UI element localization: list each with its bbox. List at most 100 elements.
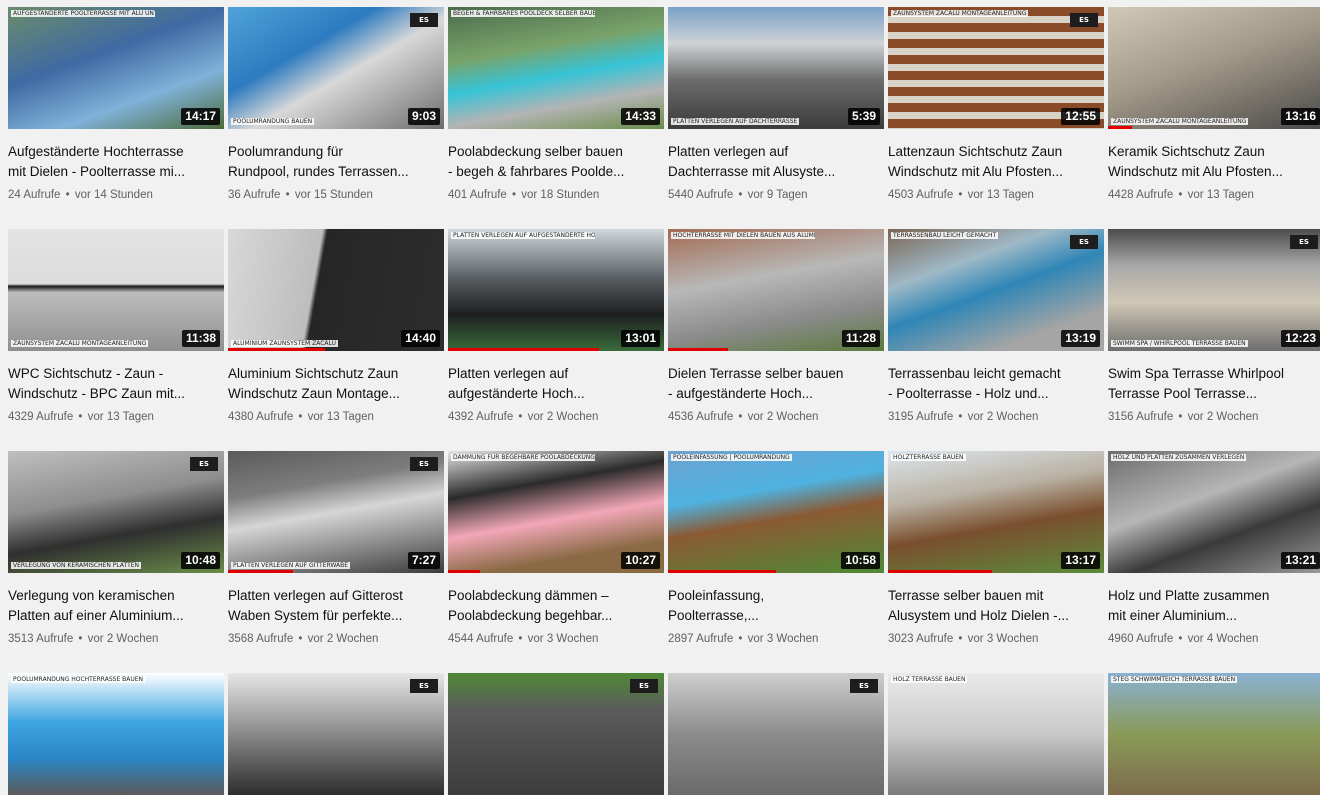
video-title[interactable]: Pooleinfassung, Poolterrasse,... bbox=[668, 586, 880, 626]
video-card[interactable]: AUFGESTÄNDERTE POOLTERRASSE MIT ALU UNTE… bbox=[8, 7, 224, 207]
video-thumbnail[interactable]: POOLEINFASSUNG | POOLUMRANDUNG 10:58 bbox=[668, 451, 884, 573]
video-thumbnail[interactable]: ZAUNSYSTEM ZACALU MONTAGEANLEITUNG 11:38 bbox=[8, 229, 224, 351]
video-title-line[interactable]: Platten auf einer Aluminium... bbox=[8, 606, 220, 626]
video-card[interactable]: TERRASSENBAU LEICHT GEMACHT ES 13:19 Terras… bbox=[888, 229, 1104, 429]
video-card[interactable]: DÄMMUNG FÜR BEGEHBARE POOLABDECKUNGEN 10:… bbox=[448, 451, 664, 651]
video-title-line[interactable]: Dielen Terrasse selber bauen bbox=[668, 364, 880, 384]
video-card[interactable]: VERLEGUNG VON KERAMISCHEN PLATTEN ES 10:48… bbox=[8, 451, 224, 651]
video-thumbnail[interactable]: ES bbox=[668, 673, 884, 795]
video-title-line[interactable]: mit Dielen - Poolterrasse mi... bbox=[8, 162, 220, 182]
video-card[interactable]: POOLEINFASSUNG | POOLUMRANDUNG 10:58 Poole… bbox=[668, 451, 884, 651]
video-card[interactable]: PLATTEN VERLEGEN AUF AUFGESTÄNDERTE HOCH… bbox=[448, 229, 664, 429]
video-card[interactable]: ES bbox=[448, 673, 664, 795]
video-title-line[interactable]: Windschutz mit Alu Pfosten... bbox=[888, 162, 1100, 182]
video-card[interactable]: PLATTEN VERLEGEN AUF GITTERWABE ES 7:27 Pla… bbox=[228, 451, 444, 651]
video-title-line[interactable]: - aufgeständerte Hoch... bbox=[668, 384, 880, 404]
video-title-line[interactable]: Platten verlegen auf bbox=[668, 142, 880, 162]
video-title-line[interactable]: Aluminium Sichtschutz Zaun bbox=[228, 364, 440, 384]
video-title-line[interactable]: Pooleinfassung, bbox=[668, 586, 880, 606]
video-thumbnail[interactable]: HOLZ UND PLATTEN ZUSAMMEN VERLEGEN 13:21 bbox=[1108, 451, 1320, 573]
video-title-line[interactable]: Poolabdeckung begehbar... bbox=[448, 606, 660, 626]
video-title-line[interactable]: Platten verlegen auf Gitterost bbox=[228, 586, 440, 606]
video-title-line[interactable]: Poolabdeckung dämmen – bbox=[448, 586, 660, 606]
video-title-line[interactable]: Swim Spa Terrasse Whirlpool bbox=[1108, 364, 1320, 384]
video-thumbnail[interactable]: ES bbox=[448, 673, 664, 795]
video-thumbnail[interactable]: HOLZTERRASSE BAUEN 13:17 bbox=[888, 451, 1104, 573]
video-card[interactable]: ES bbox=[668, 673, 884, 795]
video-title[interactable]: Keramik Sichtschutz Zaun Windschutz mit A… bbox=[1108, 142, 1320, 182]
video-title-line[interactable]: Waben System für perfekte... bbox=[228, 606, 440, 626]
video-card[interactable]: BEGEH & FAHRBARES POOLDECK SELBER BAUEN 1… bbox=[448, 7, 664, 207]
video-title-line[interactable]: Rundpool, rundes Terrassen... bbox=[228, 162, 440, 182]
video-card[interactable]: HOLZTERRASSE BAUEN 13:17 Terrasse selber b… bbox=[888, 451, 1104, 651]
video-card[interactable]: ALUMINIUM ZAUNSYSTEM ZACALU 14:40 Aluminiu… bbox=[228, 229, 444, 429]
video-title[interactable]: Poolabdeckung selber bauen - begeh & fahr… bbox=[448, 142, 660, 182]
video-title-line[interactable]: Platten verlegen auf bbox=[448, 364, 660, 384]
video-title[interactable]: Lattenzaun Sichtschutz Zaun Windschutz mi… bbox=[888, 142, 1100, 182]
video-card[interactable]: ZAUNSYSTEM ZACALU MONTAGEANLEITUNG 13:16 K… bbox=[1108, 7, 1320, 207]
video-title-line[interactable]: Terrasse selber bauen mit bbox=[888, 586, 1100, 606]
video-card[interactable]: SWIMM SPA / WHIRLPOOL TERRASSE BAUEN ES 12… bbox=[1108, 229, 1320, 429]
video-title[interactable]: Platten verlegen auf Gitterost Waben Syst… bbox=[228, 586, 440, 626]
video-card[interactable]: POOLUMRANDUNG BAUEN ES 9:03 Poolumrandung f… bbox=[228, 7, 444, 207]
video-title-line[interactable]: - begeh & fahrbares Poolde... bbox=[448, 162, 660, 182]
video-thumbnail[interactable]: POOLUMRANDUNG BAUEN ES 9:03 bbox=[228, 7, 444, 129]
video-title-line[interactable]: Verlegung von keramischen bbox=[8, 586, 220, 606]
video-title-line[interactable]: Poolterrasse,... bbox=[668, 606, 880, 626]
video-title-line[interactable]: Dachterrasse mit Alusyste... bbox=[668, 162, 880, 182]
video-thumbnail[interactable]: DÄMMUNG FÜR BEGEHBARE POOLABDECKUNGEN 10:… bbox=[448, 451, 664, 573]
video-title[interactable]: Terrassenbau leicht gemacht - Poolterrass… bbox=[888, 364, 1100, 404]
video-title-line[interactable]: Aufgeständerte Hochterrasse bbox=[8, 142, 220, 162]
video-title-line[interactable]: Terrassenbau leicht gemacht bbox=[888, 364, 1100, 384]
video-thumbnail[interactable]: ZAUNSYSTEM ZACALU MONTAGEANLEITUNG 13:16 bbox=[1108, 7, 1320, 129]
video-title-line[interactable]: Poolabdeckung selber bauen bbox=[448, 142, 660, 162]
video-title[interactable]: WPC Sichtschutz - Zaun - Windschutz - BPC… bbox=[8, 364, 220, 404]
video-title-line[interactable]: Windschutz mit Alu Pfosten... bbox=[1108, 162, 1320, 182]
video-title[interactable]: Swim Spa Terrasse Whirlpool Terrasse Pool… bbox=[1108, 364, 1320, 404]
video-card[interactable]: ZAUNSYSTEM ZACALU MONTAGEANLEITUNG 11:38 W… bbox=[8, 229, 224, 429]
video-title-line[interactable]: aufgeständerte Hoch... bbox=[448, 384, 660, 404]
video-thumbnail[interactable]: ALUMINIUM ZAUNSYSTEM ZACALU 14:40 bbox=[228, 229, 444, 351]
video-title[interactable]: Holz und Platte zusammen mit einer Alumin… bbox=[1108, 586, 1320, 626]
video-thumbnail[interactable]: ES bbox=[228, 673, 444, 795]
video-title-line[interactable]: Alusystem und Holz Dielen -... bbox=[888, 606, 1100, 626]
video-card[interactable]: STEG SCHWIMMTEICH TERRASSE BAUEN bbox=[1108, 673, 1320, 795]
video-title-line[interactable]: Poolumrandung für bbox=[228, 142, 440, 162]
video-thumbnail[interactable]: POOLUMRANDUNG HOCHTERRASSE BAUEN bbox=[8, 673, 224, 795]
video-title-line[interactable]: mit einer Aluminium... bbox=[1108, 606, 1320, 626]
video-card[interactable]: HOLZ TERRASSE BAUEN bbox=[888, 673, 1104, 795]
video-card[interactable]: ZAUNSYSTEM ZACALU MONTAGEANLEITUNG ES 12:5… bbox=[888, 7, 1104, 207]
video-title-line[interactable]: Keramik Sichtschutz Zaun bbox=[1108, 142, 1320, 162]
video-title[interactable]: Poolabdeckung dämmen – Poolabdeckung bege… bbox=[448, 586, 660, 626]
video-title-line[interactable]: Windschutz - BPC Zaun mit... bbox=[8, 384, 220, 404]
video-thumbnail[interactable]: PLATTEN VERLEGEN AUF DACHTERRASSE 5:39 bbox=[668, 7, 884, 129]
video-thumbnail[interactable]: SWIMM SPA / WHIRLPOOL TERRASSE BAUEN ES 12… bbox=[1108, 229, 1320, 351]
video-card[interactable]: PLATTEN VERLEGEN AUF DACHTERRASSE 5:39 Pla… bbox=[668, 7, 884, 207]
video-title[interactable]: Platten verlegen auf Dachterrasse mit Alu… bbox=[668, 142, 880, 182]
video-thumbnail[interactable]: TERRASSENBAU LEICHT GEMACHT ES 13:19 bbox=[888, 229, 1104, 351]
video-title-line[interactable]: Windschutz Zaun Montage... bbox=[228, 384, 440, 404]
video-title-line[interactable]: Terrasse Pool Terrasse... bbox=[1108, 384, 1320, 404]
video-card[interactable]: ES bbox=[228, 673, 444, 795]
video-thumbnail[interactable]: PLATTEN VERLEGEN AUF AUFGESTÄNDERTE HOCH… bbox=[448, 229, 664, 351]
video-title[interactable]: Dielen Terrasse selber bauen - aufgeständ… bbox=[668, 364, 880, 404]
video-title[interactable]: Verlegung von keramischen Platten auf ein… bbox=[8, 586, 220, 626]
video-title-line[interactable]: WPC Sichtschutz - Zaun - bbox=[8, 364, 220, 384]
video-thumbnail[interactable]: ZAUNSYSTEM ZACALU MONTAGEANLEITUNG ES 12:5… bbox=[888, 7, 1104, 129]
video-thumbnail[interactable]: BEGEH & FAHRBARES POOLDECK SELBER BAUEN 1… bbox=[448, 7, 664, 129]
video-card[interactable]: POOLUMRANDUNG HOCHTERRASSE BAUEN bbox=[8, 673, 224, 795]
video-thumbnail[interactable]: PLATTEN VERLEGEN AUF GITTERWABE ES 7:27 bbox=[228, 451, 444, 573]
video-thumbnail[interactable]: HOCHTERRASSE MIT DIELEN BAUEN AUS ALUMIN… bbox=[668, 229, 884, 351]
video-title[interactable]: Aluminium Sichtschutz Zaun Windschutz Zau… bbox=[228, 364, 440, 404]
video-card[interactable]: HOLZ UND PLATTEN ZUSAMMEN VERLEGEN 13:21 H… bbox=[1108, 451, 1320, 651]
video-title[interactable]: Poolumrandung für Rundpool, rundes Terras… bbox=[228, 142, 440, 182]
video-thumbnail[interactable]: HOLZ TERRASSE BAUEN bbox=[888, 673, 1104, 795]
video-title[interactable]: Terrasse selber bauen mit Alusystem und H… bbox=[888, 586, 1100, 626]
video-thumbnail[interactable]: VERLEGUNG VON KERAMISCHEN PLATTEN ES 10:48 bbox=[8, 451, 224, 573]
video-title-line[interactable]: Lattenzaun Sichtschutz Zaun bbox=[888, 142, 1100, 162]
video-title[interactable]: Aufgeständerte Hochterrasse mit Dielen - … bbox=[8, 142, 220, 182]
video-title-line[interactable]: Holz und Platte zusammen bbox=[1108, 586, 1320, 606]
video-title[interactable]: Platten verlegen auf aufgeständerte Hoch.… bbox=[448, 364, 660, 404]
video-thumbnail[interactable]: AUFGESTÄNDERTE POOLTERRASSE MIT ALU UNTE… bbox=[8, 7, 224, 129]
video-card[interactable]: HOCHTERRASSE MIT DIELEN BAUEN AUS ALUMIN… bbox=[668, 229, 884, 429]
